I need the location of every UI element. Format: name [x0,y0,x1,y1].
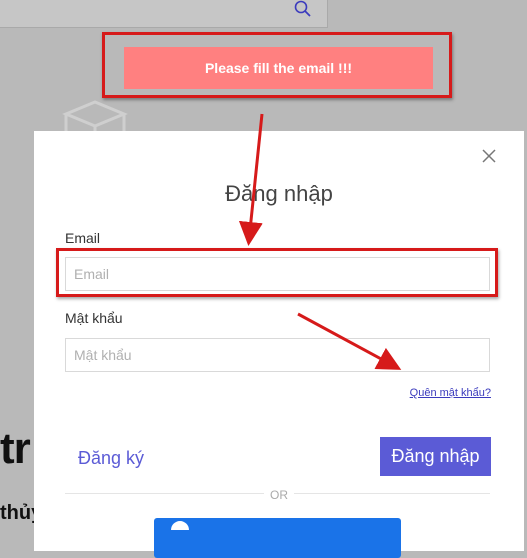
annotation-arrows [238,113,402,370]
arrow-to-forgot-password [297,312,402,370]
arrow-toast-to-email [238,113,264,246]
